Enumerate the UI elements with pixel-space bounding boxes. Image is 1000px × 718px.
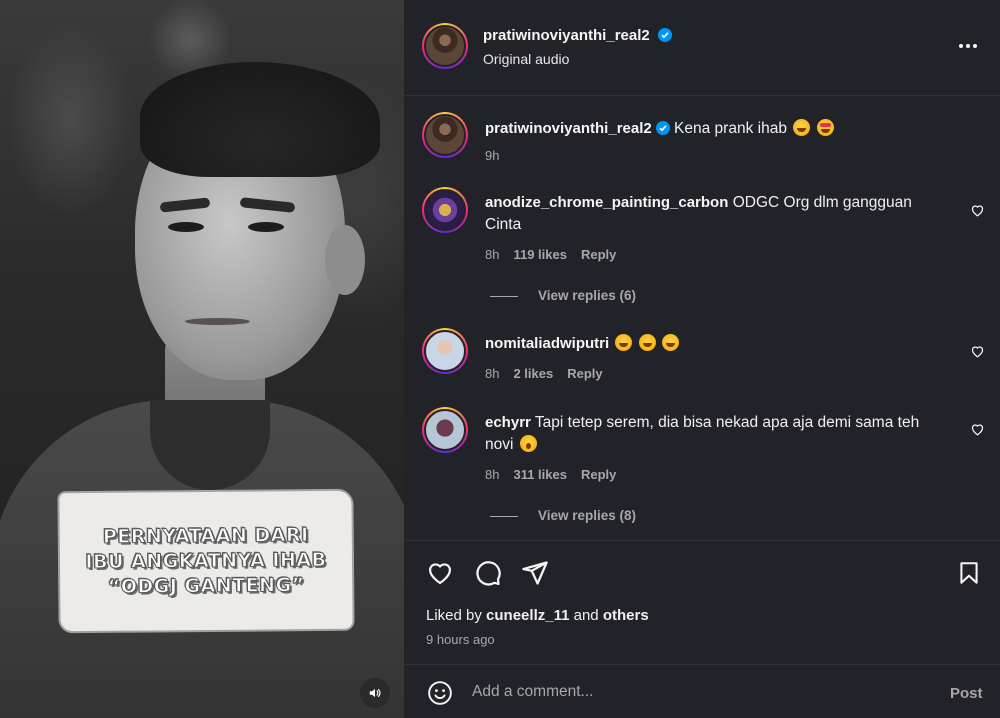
video-person-eye (248, 222, 284, 232)
view-replies-label: View replies (8) (538, 508, 637, 523)
like-comment-heart-icon[interactable] (970, 203, 985, 218)
avatar[interactable] (422, 328, 468, 374)
verified-badge-icon (658, 28, 673, 42)
like-comment-heart-icon[interactable] (970, 344, 985, 359)
view-replies-button[interactable]: View replies (6) (490, 288, 636, 303)
post-time-ago[interactable]: 9 hours ago (426, 632, 495, 647)
video-media[interactable]: PERNYATAAN DARI IBU ANGKATNYA IHAB “ODGJ… (0, 0, 404, 718)
laughing-emoji-icon (662, 334, 680, 351)
overlay-line: PERNYATAAN DARI (102, 523, 309, 548)
liked-by-user-link[interactable]: cuneellz_11 (486, 607, 569, 624)
like-comment-heart-icon[interactable] (970, 422, 985, 437)
comment-meta: 8h 2 likes Reply (485, 366, 603, 381)
post-header: pratiwinoviyanthi_real2 Original audio (404, 0, 1000, 96)
caption-time: 9h (485, 148, 500, 163)
astonished-emoji-icon (519, 435, 537, 452)
reply-button[interactable]: Reply (581, 247, 616, 262)
more-options-icon[interactable] (958, 38, 978, 54)
sound-toggle-button[interactable] (360, 678, 390, 708)
avatar[interactable] (422, 23, 468, 69)
laughing-emoji-icon (638, 334, 656, 351)
divider (490, 515, 518, 517)
avatar[interactable] (422, 112, 468, 158)
post-comment-button[interactable]: Post (950, 685, 983, 702)
caption-username[interactable]: pratiwinoviyanthi_real2 (485, 120, 652, 137)
verified-badge-icon (655, 121, 670, 135)
liked-by-and: and (573, 607, 599, 624)
heart-icon[interactable] (426, 559, 454, 587)
caption-body: Kena prank ihab (674, 120, 787, 137)
liked-by-others-link[interactable]: others (603, 607, 649, 624)
comment-username[interactable]: echyrr (485, 414, 531, 431)
comment-composer: Post (404, 664, 1000, 718)
comment-meta: 8h 311 likes Reply (485, 467, 616, 482)
comment-input[interactable] (472, 681, 912, 703)
comment-body: ODGC Org dlm gangguan (732, 194, 912, 211)
post-action-bar: Liked by cuneellz_11 and others 9 hours … (404, 540, 1000, 664)
view-replies-button[interactable]: View replies (8) (490, 508, 636, 523)
share-icon[interactable] (521, 559, 549, 587)
comment-body: novi (485, 436, 514, 453)
comment-text: nomitaliadwiputri (485, 333, 955, 355)
caption-text: pratiwinoviyanthi_real2 Kena prank ihab (485, 118, 955, 140)
video-person-mouth (185, 318, 250, 325)
emoji-icon[interactable] (427, 680, 453, 706)
video-person-ear (325, 225, 365, 295)
comment-time: 8h (485, 467, 500, 482)
heart-eyes-emoji-icon (816, 119, 834, 136)
video-text-overlay: PERNYATAAN DARI IBU ANGKATNYA IHAB “ODGJ… (59, 490, 353, 632)
comment-text: echyrr Tapi tetep serem, dia bisa nekad … (485, 412, 955, 456)
video-person-eye (168, 222, 204, 232)
laughing-emoji-icon (615, 334, 633, 351)
reply-button[interactable]: Reply (567, 366, 602, 381)
comment-likes[interactable]: 119 likes (513, 247, 567, 262)
divider (490, 295, 518, 297)
comment-time: 8h (485, 366, 500, 381)
bookmark-icon[interactable] (956, 559, 982, 587)
video-person-hair (140, 62, 380, 177)
audio-label[interactable]: Original audio (483, 51, 569, 67)
avatar[interactable] (422, 407, 468, 453)
reply-button[interactable]: Reply (581, 467, 616, 482)
post-panel: pratiwinoviyanthi_real2 Original audio p… (404, 0, 1000, 718)
author-username[interactable]: pratiwinoviyanthi_real2 (483, 27, 650, 44)
comment-time: 8h (485, 247, 500, 262)
comment-username[interactable]: nomitaliadwiputri (485, 335, 609, 352)
comment-username[interactable]: anodize_chrome_painting_carbon (485, 194, 728, 211)
comment-icon[interactable] (474, 559, 502, 587)
overlay-line: “ODGJ GANTENG” (107, 573, 305, 598)
rolling-laughing-emoji-icon (793, 119, 811, 136)
overlay-line: IBU ANGKATNYA IHAB (85, 548, 327, 573)
view-replies-label: View replies (6) (538, 288, 637, 303)
comment-likes[interactable]: 2 likes (513, 366, 553, 381)
comment-body: Cinta (485, 216, 522, 233)
liked-by-line: Liked by cuneellz_11 and others (426, 607, 649, 624)
liked-by-prefix: Liked by (426, 607, 482, 624)
comment-meta: 8h 119 likes Reply (485, 247, 616, 262)
comment-likes[interactable]: 311 likes (513, 467, 567, 482)
comment-text: anodize_chrome_painting_carbon ODGC Org … (485, 192, 955, 236)
avatar[interactable] (422, 187, 468, 233)
comment-body: Tapi tetep serem, dia bisa nekad apa aja… (534, 414, 920, 431)
speaker-icon (369, 688, 381, 698)
